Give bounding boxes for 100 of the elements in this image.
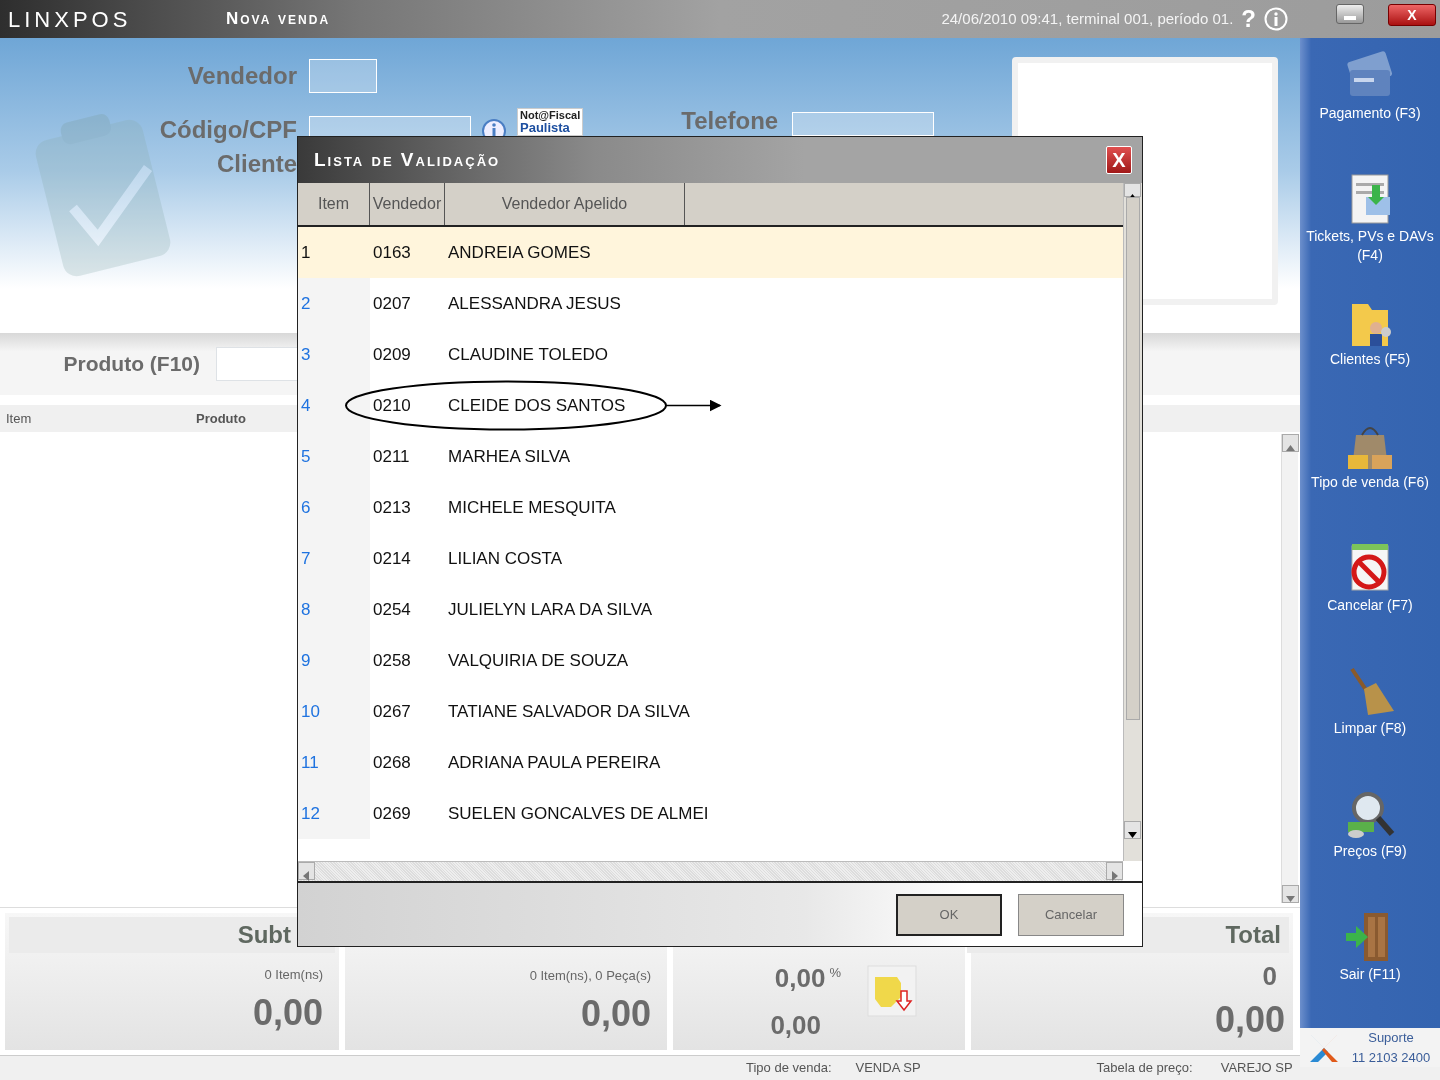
panel-title: Subt <box>237 920 291 950</box>
dialog-title: Lista de Validação <box>313 147 501 172</box>
status-label: Tabela de preço: <box>1096 1059 1193 1078</box>
list-row[interactable]: 5 0211 MARHEA SILVA <box>298 431 1123 482</box>
sidebar-button[interactable]: Tickets, PVs e DAVs (F4) <box>1300 167 1440 290</box>
vendedor-field[interactable] <box>309 59 377 93</box>
logo-text: Paulista <box>520 121 570 134</box>
status-label: Tipo de venda: <box>746 1059 832 1078</box>
table-cell: 9 <box>298 635 370 686</box>
window-title: Nova venda <box>226 8 332 31</box>
table-cell: 4 <box>298 380 370 431</box>
list-row[interactable]: 11 0268 ADRIANA PAULA PEREIRA <box>298 737 1123 788</box>
field-label: Código/CPF <box>158 116 297 144</box>
table-cell-text: LILIAN COSTA <box>447 547 562 570</box>
table-cell: 12 <box>298 788 370 839</box>
table-cell: 2 <box>298 278 370 329</box>
item-count: 0 Item(ns) <box>264 966 323 984</box>
scrollbar[interactable] <box>1281 434 1298 903</box>
column-header: Vendedor Apelido <box>445 183 685 225</box>
field-label: Produto (F10) <box>62 351 200 378</box>
field-label: Cliente <box>216 150 297 178</box>
close-button[interactable]: X <box>1106 146 1132 174</box>
list-row[interactable]: 12 0269 SUELEN GONCALVES DE ALMEI <box>298 788 1123 839</box>
column-header: Vendedor <box>370 183 445 225</box>
panel-title: Total <box>1225 921 1281 948</box>
list-row[interactable]: 10 0267 TATIANE SALVADOR DA SILVA <box>298 686 1123 737</box>
table-cell: 7 <box>298 533 370 584</box>
sidebar-button[interactable]: Limpar (F8) <box>1300 659 1440 782</box>
field-label: Telefone <box>681 108 779 134</box>
table-cell: 10 <box>298 686 370 737</box>
sidebar-button[interactable]: Preços (F9) <box>1300 782 1440 905</box>
table-cell-text: SUELEN GONCALVES DE ALMEI <box>447 802 709 825</box>
total-count: 0 <box>1262 960 1278 993</box>
items-value: 0,00 <box>580 993 651 1034</box>
dialog-button[interactable]: OK <box>896 893 1002 936</box>
table-cell-text: 0209 <box>372 343 412 366</box>
percent-sign: % <box>829 964 841 982</box>
support-label: Suporte <box>1368 1029 1414 1047</box>
table-cell-text: 0210 <box>372 394 412 417</box>
list-row[interactable]: 6 0213 MICHELE MESQUITA <box>298 482 1123 533</box>
scrollbar[interactable] <box>1123 183 1142 861</box>
table-cell-text: 0269 <box>372 802 412 825</box>
list-row[interactable]: 7 0214 LILIAN COSTA <box>298 533 1123 584</box>
column-header: Produto <box>195 409 246 428</box>
table-cell-text: MICHELE MESQUITA <box>447 496 616 519</box>
minimize-button[interactable] <box>1336 4 1364 24</box>
close-button[interactable]: X <box>1388 4 1436 26</box>
item-count: 0 Item(ns), 0 Peça(s) <box>529 967 651 985</box>
table-cell-text: VALQUIRIA DE SOUZA <box>447 649 629 672</box>
table-cell-text: ANDREIA GOMES <box>447 241 591 264</box>
table-cell-text: 0163 <box>372 241 412 264</box>
table-cell-text: 0254 <box>372 598 412 621</box>
table-cell-text: 0258 <box>372 649 412 672</box>
table-cell-text: 0207 <box>372 292 412 315</box>
support-phone: 11 2103 2400 <box>1351 1048 1431 1067</box>
table-cell-text: CLAUDINE TOLEDO <box>447 343 608 366</box>
table-cell: 8 <box>298 584 370 635</box>
table-cell: 6 <box>298 482 370 533</box>
money-discount-icon[interactable] <box>867 965 917 1017</box>
sidebar-button[interactable]: Clientes (F5) <box>1300 290 1440 413</box>
table-cell: 3 <box>298 329 370 380</box>
table-cell-text: CLEIDE DOS SANTOS <box>447 394 626 417</box>
discount-percent: 0,00 <box>774 962 826 995</box>
scrollbar[interactable] <box>298 861 1123 881</box>
table-cell-text: JULIELYN LARA DA SILVA <box>447 598 653 621</box>
table-cell-text: ADRIANA PAULA PEREIRA <box>447 751 661 774</box>
status-value: VENDA SP <box>855 1059 921 1078</box>
table-cell: 5 <box>298 431 370 482</box>
list-row[interactable]: 8 0254 JULIELYN LARA DA SILVA <box>298 584 1123 635</box>
table-cell-text: 0214 <box>372 547 412 570</box>
table-cell: 11 <box>298 737 370 788</box>
sidebar-button[interactable]: Cancelar (F7) <box>1300 536 1440 659</box>
app-logo: LINXPOS <box>7 5 133 34</box>
column-header: Item <box>5 409 33 428</box>
dialog-button[interactable]: Cancelar <box>1018 893 1124 936</box>
column-header: Item <box>298 183 370 225</box>
discount-value: 0,00 <box>770 1009 821 1042</box>
session-info: 24/06/2010 09:41, terminal 001, período 01. <box>941 8 1234 29</box>
table-cell-text: TATIANE SALVADOR DA SILVA <box>447 700 690 723</box>
subtotal-value: 0,00 <box>252 992 323 1033</box>
total-value: 0,00 <box>1214 1000 1286 1040</box>
sidebar-button[interactable]: Sair (F11) <box>1300 905 1440 1028</box>
list-row[interactable]: 4 0210 CLEIDE DOS SANTOS <box>298 380 1123 431</box>
sidebar-button[interactable]: Pagamento (F3) <box>1300 44 1440 167</box>
table-cell-text: ALESSANDRA JESUS <box>447 292 621 315</box>
table-cell-text: MARHEA SILVA <box>447 445 571 468</box>
table-cell-text: 0268 <box>372 751 412 774</box>
status-value: VAREJO SP <box>1220 1059 1293 1078</box>
list-row[interactable]: 2 0207 ALESSANDRA JESUS <box>298 278 1123 329</box>
list-row[interactable]: 1 0163 ANDREIA GOMES <box>298 227 1123 278</box>
list-row[interactable]: 9 0258 VALQUIRIA DE SOUZA <box>298 635 1123 686</box>
logo-text: Not@Fiscal <box>520 110 581 121</box>
table-cell-text: 0267 <box>372 700 412 723</box>
table-cell-text: 0213 <box>372 496 412 519</box>
list-row[interactable]: 3 0209 CLAUDINE TOLEDO <box>298 329 1123 380</box>
minimize-icon <box>1344 15 1356 20</box>
table-cell-text: 1 <box>300 241 312 264</box>
field-label: Vendedor <box>186 62 297 90</box>
sidebar-button[interactable]: Tipo de venda (F6) <box>1300 413 1440 536</box>
table-cell-text: 0211 <box>372 445 411 468</box>
